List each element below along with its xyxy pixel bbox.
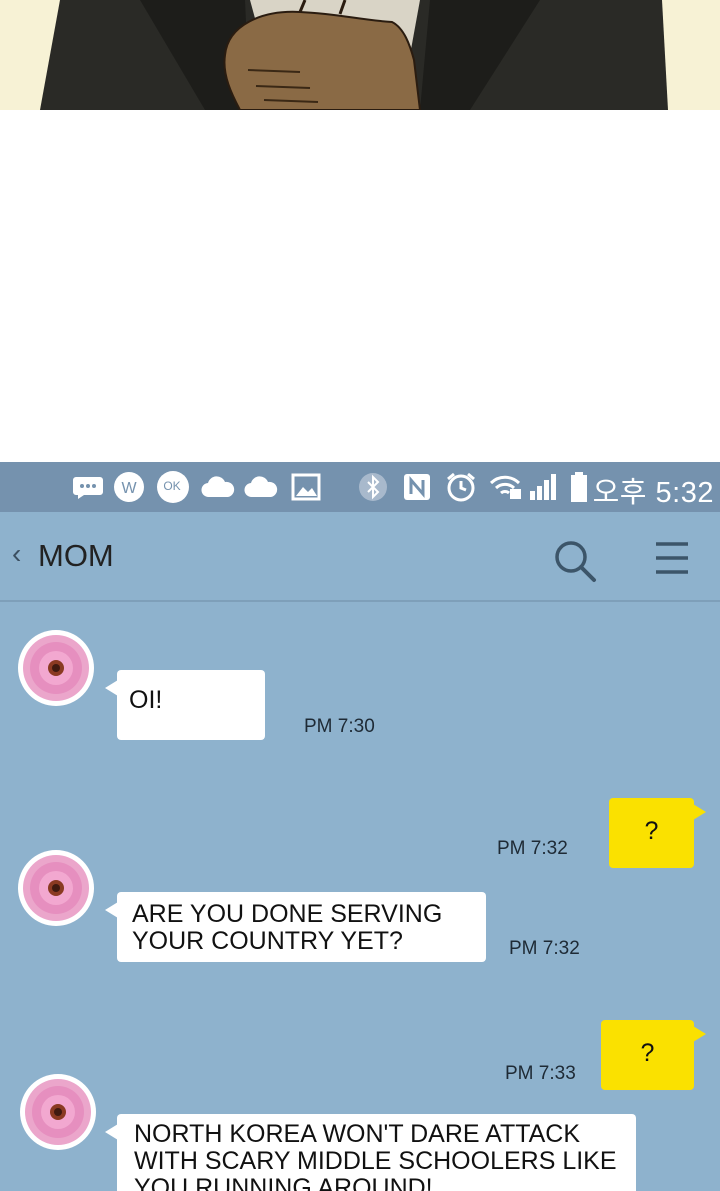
- avatar[interactable]: [20, 1074, 96, 1150]
- message-text: ?: [644, 817, 659, 845]
- chat-title: MOM: [38, 538, 114, 573]
- message-bubble-mom: ARE YOU DONE SERVING YOUR COUNTRY YET?: [105, 892, 486, 962]
- message-timestamp: PM 7:32: [497, 838, 568, 859]
- message-text: ?: [640, 1039, 655, 1067]
- avatar[interactable]: [18, 850, 94, 926]
- status-time: 오후 5:32: [592, 477, 714, 509]
- svg-text:W: W: [121, 480, 137, 497]
- svg-text:OK: OK: [163, 479, 180, 493]
- chat-header: ‹ MOM: [0, 512, 720, 602]
- bluetooth-icon: [358, 472, 388, 502]
- cloud-icon: [243, 472, 279, 502]
- battery-icon: [569, 472, 589, 502]
- message-timestamp: PM 7:30: [304, 716, 375, 737]
- alarm-icon: [445, 472, 477, 502]
- ok-cashbag-icon: OK: [156, 471, 190, 503]
- comic-panel-illustration: [0, 0, 720, 110]
- menu-icon[interactable]: [652, 540, 692, 576]
- messages-icon: [72, 472, 104, 502]
- w-app-icon: W: [113, 472, 145, 502]
- back-button[interactable]: ‹: [12, 538, 21, 570]
- avatar[interactable]: [18, 630, 94, 706]
- phone-screen: W OK 오후 5:32 ‹ MOM OI! PM 7:30 ? PM 7:32…: [0, 462, 720, 1191]
- message-bubble-me: ?: [601, 1020, 706, 1090]
- nfc-icon: [402, 472, 432, 502]
- message-text: NORTH KOREA WON'T DARE ATTACK WITH SCARY…: [134, 1120, 617, 1191]
- message-text: OI!: [129, 686, 163, 714]
- message-bubble-mom: NORTH KOREA WON'T DARE ATTACK WITH SCARY…: [105, 1114, 636, 1191]
- status-bar: W OK 오후 5:32: [0, 462, 720, 512]
- message-timestamp: PM 7:32: [509, 938, 580, 959]
- message-bubble-mom: OI!: [105, 670, 265, 740]
- message-text: ARE YOU DONE SERVING YOUR COUNTRY YET?: [132, 900, 443, 955]
- wifi-icon: [489, 472, 523, 502]
- search-icon[interactable]: [552, 538, 598, 584]
- message-timestamp: PM 7:33: [505, 1063, 576, 1084]
- signal-icon: [528, 472, 558, 502]
- gallery-icon: [291, 472, 321, 502]
- cloud-icon: [200, 472, 236, 502]
- message-bubble-me: ?: [609, 798, 706, 868]
